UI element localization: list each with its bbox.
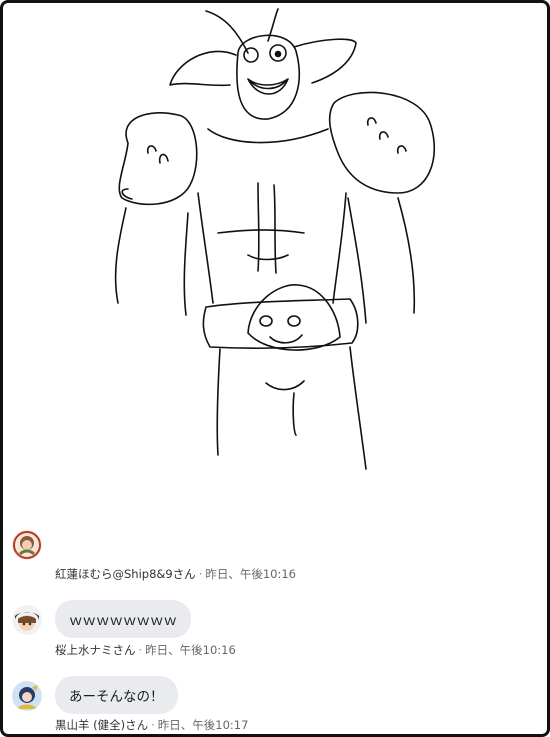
avatar-homura[interactable] <box>12 530 42 560</box>
comment-meta: 紅蓮ほむら@Ship8&9さん · 昨日、午後10:16 <box>55 566 296 582</box>
comment-time[interactable]: 昨日、午後10:16 <box>205 567 296 581</box>
comment-time[interactable]: 昨日、午後10:16 <box>145 643 236 657</box>
comment-bubble: ｗｗｗｗｗｗｗｗ <box>55 600 191 638</box>
comment-author[interactable]: 紅蓮ほむら@Ship8&9さん <box>55 567 196 581</box>
meta-separator: · <box>198 567 203 581</box>
comment-time[interactable]: 昨日、午後10:17 <box>158 718 249 732</box>
meta-separator: · <box>151 718 155 732</box>
comment-author[interactable]: 黒山羊 (健全)さん <box>55 718 148 732</box>
avatar-kuroyagi[interactable] <box>12 681 42 711</box>
comment-author[interactable]: 桜上水ナミさん <box>55 643 136 657</box>
meta-separator: · <box>138 643 143 657</box>
comment-meta: 桜上水ナミさん · 昨日、午後10:16 <box>55 642 236 658</box>
comment-meta: 黒山羊 (健全)さん · 昨日、午後10:17 <box>55 717 248 733</box>
comment-bubble: あーそんなの！ <box>55 676 178 714</box>
sketch-image <box>98 3 458 473</box>
avatar-nami[interactable] <box>12 605 42 635</box>
screenshot-frame: 紅蓮ほむら@Ship8&9さん · 昨日、午後10:16 ｗｗｗｗｗｗｗｗ 桜上水ナ… <box>0 0 550 737</box>
